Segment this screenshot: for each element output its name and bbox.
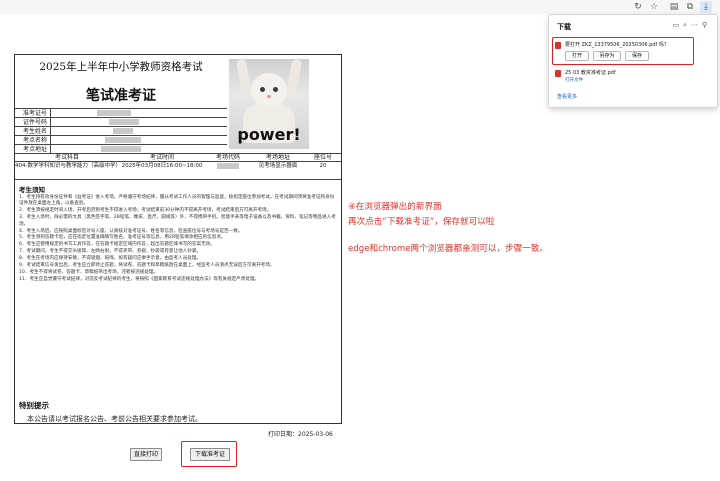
photo-caption: power! <box>237 125 301 144</box>
special-notice: 特别提示 本公告请以考试报名公告、考前公告相关要求参加考试。 <box>19 400 337 424</box>
more-icon[interactable]: ⋯ <box>691 21 702 29</box>
field-label: 准考证号 <box>15 108 51 117</box>
candidate-photo: power! <box>229 59 309 149</box>
folder-icon[interactable]: ▭ <box>672 21 683 29</box>
downloads-actions: ▭⌕⋯⚲ <box>672 21 711 30</box>
completed-file-name: 25.03 教资准考证.pdf <box>565 70 616 76</box>
pin-icon[interactable]: ⚲ <box>702 21 711 29</box>
field-value <box>51 144 227 153</box>
downloads-title: 下载 <box>557 23 571 31</box>
downloads-panel: 下载 ▭⌕⋯⚲ 要打开 ZKZ_13379506_20250306.pdf 吗？… <box>548 14 718 108</box>
note-item: 9．考试结束信号发出后，考生应立即停止答题，将试卷、答题卡和草稿纸放在桌面上，经… <box>19 263 275 269</box>
cell-room-code <box>205 163 251 172</box>
field-label: 证件号码 <box>15 117 51 126</box>
note-item: 3．考生入场时，除必需的文具（黑色签字笔、2B铅笔、橡皮、直尺、圆规等）外，不得… <box>19 215 336 227</box>
note-item: 11．考生应自觉遵守考试纪律，对违反考试纪律的考生，将按照《国家教育考试违规处理… <box>19 276 260 282</box>
download-icon[interactable]: ⤓ <box>700 1 712 13</box>
field-value <box>51 108 227 117</box>
cat-arm-left <box>235 59 253 98</box>
field-value <box>51 117 227 126</box>
field-value <box>51 135 227 144</box>
collections-icon[interactable]: ⧉ <box>684 1 696 13</box>
col-subject: 考试科目 <box>54 154 79 161</box>
note-item: 4．考生入场后，应按照桌面标签对号入座，认真核对准考证号、姓名等信息，检查座位号… <box>19 228 243 234</box>
note-item: 2．考生须按规定时间入场，开考后迟到考生不得进入考场；考试结束前30分钟内不得离… <box>19 208 272 214</box>
note-item: 8．考生在考场内应保持安静，不得吸烟、喧哗，如有疑问应举手示意，由监考人员处理。 <box>19 256 202 262</box>
special-text: 本公告请以考试报名公告、考前公告相关要求参加考试。 <box>27 415 202 423</box>
browser-toolbar: ↻ ☆ ▤ ⧉ ⤓ <box>0 0 720 15</box>
notes-heading: 考生须知 <box>19 186 45 194</box>
cat-nose <box>267 95 271 98</box>
cell-time: 2025年03月08日16:00~18:00 <box>121 163 203 169</box>
print-button[interactable]: 直接打印 <box>130 448 162 461</box>
cat-arm-right <box>285 59 303 98</box>
exam-table-header: 考试科目 考试时间 考场代码 考场地址 座位号 <box>15 153 341 162</box>
field-label: 考点名称 <box>15 135 51 144</box>
pdf-icon <box>555 70 561 77</box>
open-file-link[interactable]: 打开文件 <box>565 77 583 83</box>
col-room-code: 考场代码 <box>215 154 240 161</box>
candidate-notes: 考生须知 1．考生持有效身份证件和《准考证》进入考场，严格遵守考场纪律，服从考试… <box>19 184 337 284</box>
annotation-instruction: 再次点击“下载准考证”，保存就可以啦 <box>348 217 495 227</box>
note-item: 1．考生持有效身份证件和《准考证》进入考场，严格遵守考场纪律，服从考试工作人员的… <box>19 195 335 207</box>
cell-subject: 404-数学学科知识与教学能力（高级中学） <box>15 163 121 169</box>
exam-table-row: 404-数学学科知识与教学能力（高级中学） 2025年03月08日16:00~1… <box>15 162 341 180</box>
cat-eye <box>260 87 265 92</box>
field-label: 考生姓名 <box>15 126 51 135</box>
see-more-link[interactable]: 查看更多 <box>557 93 577 100</box>
note-item: 10．考生不得将试卷、答题卡、草稿纸带出考场，违者按违规处理。 <box>19 269 159 275</box>
refresh-icon[interactable]: ↻ <box>632 1 644 13</box>
cat-eye <box>273 87 278 92</box>
special-heading: 特别提示 <box>19 401 49 410</box>
ticket-subtitle: 笔试准考证 <box>86 88 156 104</box>
col-room-address: 考场地址 <box>265 154 290 161</box>
exam-title: 2025年上半年中小学教师资格考试 <box>39 61 203 73</box>
star-icon[interactable]: ☆ <box>648 1 660 13</box>
col-time: 考试时间 <box>149 154 174 161</box>
note-item: 7．考试期间，考生不得交头接耳、左顾右盼，不得夹带、旁窥、抄袭或有意让他人抄袭。 <box>19 249 202 255</box>
col-seat: 座位号 <box>313 154 332 161</box>
note-item: 6．考生应使用规定的书写工具作答，在答题卡规定区域内作答，超出答题区域书写的答案… <box>19 242 215 248</box>
note-item: 5．考生领到答题卡后，应在指定位置准确填写姓名、准考证号等信息，用2B铅笔填涂相… <box>19 235 226 241</box>
annotation-step: ④在浏览器弹出的新界面 <box>348 202 442 212</box>
field-value <box>51 126 227 135</box>
cell-seat: 20 <box>319 163 327 169</box>
download-item-completed[interactable]: 25.03 教资准考证.pdf 打开文件 <box>555 69 711 85</box>
print-date: 打印日期：2025-03-06 <box>268 431 333 438</box>
cell-room-address: 见考场显示器面 <box>258 163 298 169</box>
field-label: 考点地址 <box>15 144 51 153</box>
highlight-download-button <box>181 441 237 467</box>
highlight-pending-download <box>552 37 694 65</box>
search-icon[interactable]: ⌕ <box>683 21 691 29</box>
annotation-browsers: edge和chrome两个浏览器都亲测可以，步骤一致。 <box>348 244 549 254</box>
admission-ticket: 2025年上半年中小学教师资格考试 笔试准考证 power! 准考证号 证件号码… <box>14 54 342 424</box>
favorites-icon[interactable]: ▤ <box>668 1 680 13</box>
cat-head <box>251 73 287 107</box>
